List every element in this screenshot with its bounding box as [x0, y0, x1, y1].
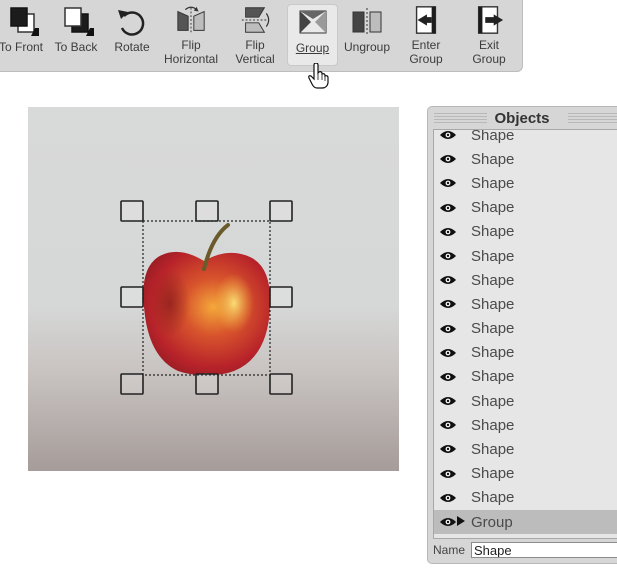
- flip-horizontal-icon: [177, 6, 205, 35]
- object-row-label: Shape: [471, 465, 515, 483]
- ungroup-icon: [352, 8, 382, 36]
- visibility-eye-icon[interactable]: [440, 299, 456, 309]
- object-row-label: Shape: [471, 344, 515, 362]
- object-row[interactable]: Shape: [434, 147, 617, 171]
- object-row-label: Shape: [471, 489, 515, 507]
- to-back-button[interactable]: To Back: [51, 4, 101, 66]
- to-front-icon: [10, 7, 39, 36]
- group-button[interactable]: Group: [287, 4, 338, 66]
- visibility-eye-icon[interactable]: [440, 275, 456, 285]
- object-row-label: Group: [471, 513, 513, 531]
- to-back-icon: [64, 7, 94, 36]
- object-row[interactable]: Shape: [434, 129, 617, 147]
- hand-cursor-icon: [308, 63, 329, 89]
- visibility-eye-icon[interactable]: [440, 348, 456, 358]
- object-row-label: Shape: [471, 150, 515, 168]
- object-row[interactable]: Shape: [434, 171, 617, 195]
- object-row-label: Shape: [471, 199, 515, 217]
- flip-horizontal-button[interactable]: Flip Horizontal: [159, 4, 223, 66]
- objects-list[interactable]: Shape Shape Shape Shape Shape Shape Shape Shape…: [433, 129, 617, 539]
- visibility-eye-icon[interactable]: [440, 227, 456, 237]
- visibility-eye-icon[interactable]: [440, 324, 456, 334]
- objects-panel-title: Objects: [487, 109, 557, 127]
- object-row[interactable]: Shape: [434, 462, 617, 486]
- objects-panel: Objects Shape Shape Shape Shape Shape Shape Sh…: [427, 106, 617, 564]
- flip-vertical-button[interactable]: Flip Vertical: [229, 4, 281, 66]
- ungroup-button[interactable]: Ungroup: [341, 4, 393, 66]
- object-row[interactable]: Shape: [434, 365, 617, 389]
- flip-horizontal-label: Flip Horizontal: [163, 38, 219, 66]
- to-front-button[interactable]: To Front: [0, 4, 45, 66]
- name-field-row: Name: [433, 540, 617, 560]
- toolbar: To Front To Back Rotate Flip Horizontal: [0, 0, 523, 72]
- group-icon: [299, 10, 326, 34]
- object-row[interactable]: Shape: [434, 244, 617, 268]
- object-row-label: Shape: [471, 320, 515, 338]
- object-row[interactable]: Shape: [434, 292, 617, 316]
- visibility-eye-icon[interactable]: [440, 178, 456, 188]
- exit-group-button[interactable]: Exit Group: [468, 4, 510, 66]
- visibility-eye-icon[interactable]: [440, 372, 456, 382]
- ungroup-label: Ungroup: [343, 40, 391, 54]
- object-row-label: Shape: [471, 223, 515, 241]
- group-label: Group: [295, 41, 330, 55]
- object-row[interactable]: Shape: [434, 413, 617, 437]
- visibility-eye-icon[interactable]: [440, 251, 456, 261]
- name-input[interactable]: [471, 542, 617, 558]
- flip-vertical-label: Flip Vertical: [235, 38, 275, 66]
- expand-arrow-icon[interactable]: [457, 516, 465, 526]
- rotate-icon: [118, 10, 145, 36]
- to-back-label: To Back: [54, 40, 98, 54]
- visibility-eye-icon[interactable]: [440, 444, 456, 454]
- object-row-label: Shape: [471, 368, 515, 386]
- object-row[interactable]: Shape: [434, 268, 617, 292]
- flip-vertical-icon: [241, 7, 270, 33]
- objects-panel-header[interactable]: Objects: [428, 107, 617, 129]
- drawing-canvas[interactable]: [28, 107, 399, 471]
- visibility-eye-icon[interactable]: [440, 154, 456, 164]
- object-row[interactable]: Shape: [434, 341, 617, 365]
- object-row-label: Shape: [471, 392, 515, 410]
- object-row[interactable]: Shape: [434, 437, 617, 461]
- enter-group-label: Enter Group: [409, 38, 443, 66]
- visibility-eye-icon[interactable]: [440, 469, 456, 479]
- exit-group-label: Exit Group: [472, 38, 506, 66]
- object-row[interactable]: Shape: [434, 389, 617, 413]
- rotate-button[interactable]: Rotate: [109, 4, 155, 66]
- to-front-label: To Front: [0, 40, 43, 54]
- object-row[interactable]: Shape: [434, 196, 617, 220]
- enter-group-button[interactable]: Enter Group: [404, 4, 448, 66]
- visibility-eye-icon[interactable]: [440, 493, 456, 503]
- exit-group-icon: [477, 6, 504, 34]
- object-row-label: Shape: [471, 416, 515, 434]
- name-label: Name: [433, 543, 466, 557]
- object-row-label: Shape: [471, 295, 515, 313]
- objects-rows: Shape Shape Shape Shape Shape Shape Shape Shape…: [434, 129, 617, 535]
- object-row-label: Shape: [471, 129, 515, 144]
- object-row[interactable]: Shape: [434, 220, 617, 244]
- panel-grip-right: [568, 113, 617, 123]
- object-row-label: Shape: [471, 174, 515, 192]
- object-row[interactable]: Shape: [434, 317, 617, 341]
- rotate-label: Rotate: [114, 40, 150, 54]
- apple-illustration[interactable]: [28, 107, 399, 471]
- object-row[interactable]: Shape: [434, 486, 617, 510]
- object-row-label: Shape: [471, 247, 515, 265]
- object-row-label: Shape: [471, 271, 515, 289]
- visibility-eye-icon[interactable]: [440, 420, 456, 430]
- visibility-eye-icon[interactable]: [440, 203, 456, 213]
- object-row-label: Shape: [471, 441, 515, 459]
- object-row-group[interactable]: Group: [434, 510, 617, 535]
- visibility-eye-icon[interactable]: [440, 517, 456, 527]
- visibility-eye-icon[interactable]: [440, 130, 456, 140]
- visibility-eye-icon[interactable]: [440, 396, 456, 406]
- enter-group-icon: [415, 6, 437, 34]
